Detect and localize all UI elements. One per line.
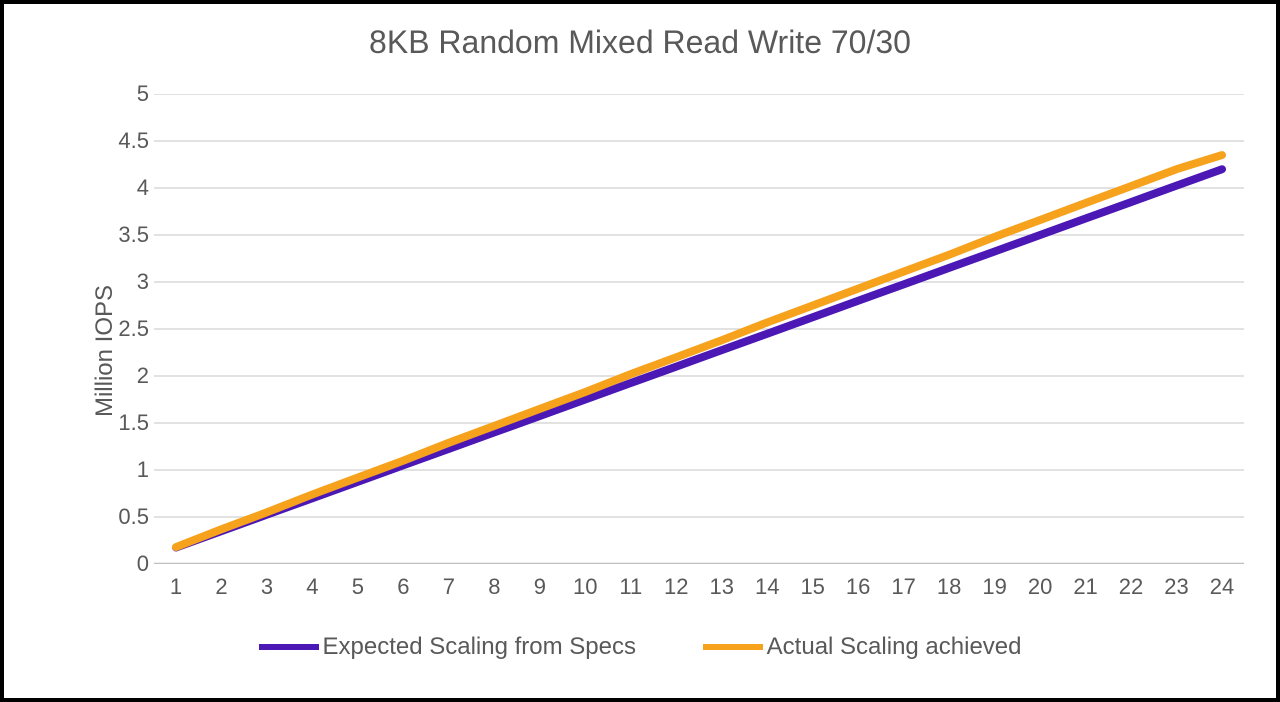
y-tick-label: 0 (94, 551, 149, 577)
x-tick-label: 24 (1210, 574, 1234, 600)
y-tick-label: 3.5 (94, 222, 149, 248)
x-tick-label: 3 (261, 574, 273, 600)
y-tick-label: 2.5 (94, 316, 149, 342)
legend-label-expected: Expected Scaling from Specs (323, 633, 637, 661)
legend-swatch-actual (703, 644, 763, 650)
legend-swatch-expected (259, 644, 319, 650)
y-tick-label: 5 (94, 81, 149, 107)
y-tick-label: 4 (94, 175, 149, 201)
legend-item-expected: Expected Scaling from Specs (259, 633, 637, 661)
x-tick-label: 7 (443, 574, 455, 600)
chart-container: 8KB Random Mixed Read Write 70/30 Millio… (0, 0, 1280, 702)
x-tick-label: 13 (709, 574, 733, 600)
x-tick-label: 14 (755, 574, 779, 600)
x-tick-label: 19 (982, 574, 1006, 600)
x-tick-label: 17 (891, 574, 915, 600)
x-tick-label: 22 (1119, 574, 1143, 600)
x-tick-label: 8 (488, 574, 500, 600)
legend-label-actual: Actual Scaling achieved (767, 633, 1022, 661)
x-tick-label: 6 (397, 574, 409, 600)
y-tick-label: 1.5 (94, 410, 149, 436)
chart-title: 8KB Random Mixed Read Write 70/30 (4, 24, 1276, 61)
x-axis-ticks: 123456789101112131415161718192021222324 (154, 574, 1244, 604)
x-tick-label: 12 (664, 574, 688, 600)
x-tick-label: 4 (306, 574, 318, 600)
x-tick-label: 2 (215, 574, 227, 600)
plot-area (154, 94, 1244, 564)
x-tick-label: 15 (800, 574, 824, 600)
x-tick-label: 9 (534, 574, 546, 600)
y-tick-label: 4.5 (94, 128, 149, 154)
y-axis-label: Million IOPS (91, 285, 119, 417)
x-tick-label: 10 (573, 574, 597, 600)
y-tick-label: 0.5 (94, 504, 149, 530)
y-tick-label: 1 (94, 457, 149, 483)
x-tick-label: 11 (619, 574, 642, 600)
x-tick-label: 5 (352, 574, 364, 600)
x-tick-label: 18 (937, 574, 961, 600)
y-tick-label: 2 (94, 363, 149, 389)
x-tick-label: 23 (1164, 574, 1188, 600)
y-tick-label: 3 (94, 269, 149, 295)
x-tick-label: 21 (1073, 574, 1097, 600)
legend-item-actual: Actual Scaling achieved (703, 633, 1022, 661)
chart-legend: Expected Scaling from Specs Actual Scali… (4, 629, 1276, 661)
x-tick-label: 1 (170, 574, 182, 600)
x-tick-label: 20 (1028, 574, 1052, 600)
chart-svg (154, 94, 1244, 564)
x-tick-label: 16 (846, 574, 870, 600)
